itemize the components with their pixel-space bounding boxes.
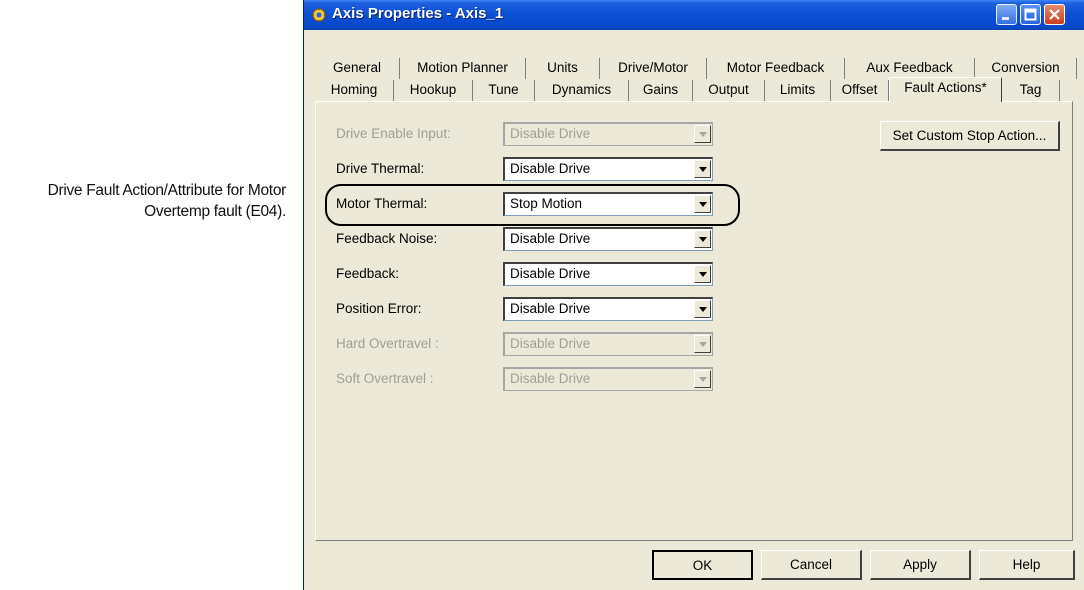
combo-value: Disable Drive	[510, 161, 591, 176]
tab-tune[interactable]: Tune	[473, 80, 535, 101]
tab-aux-feedback[interactable]: Aux Feedback	[845, 58, 975, 79]
tab-limits[interactable]: Limits	[765, 80, 831, 101]
fault-label: Soft Overtravel :	[336, 371, 434, 386]
feedback-select[interactable]: Disable Drive	[503, 262, 713, 286]
chevron-down-icon	[694, 125, 711, 143]
tab-motor-feedback[interactable]: Motor Feedback	[707, 58, 845, 79]
callout-line-1: Drive Fault Action/Attribute for Motor	[47, 182, 287, 199]
chevron-down-icon	[694, 370, 711, 388]
fault-label: Feedback Noise:	[336, 231, 438, 246]
tab-conversion[interactable]: Conversion	[975, 58, 1077, 79]
axis-properties-dialog: Axis Properties - Axis_1 General Motion …	[303, 0, 1084, 590]
tab-gains[interactable]: Gains	[629, 80, 693, 101]
fault-label: Drive Thermal:	[336, 161, 425, 176]
tab-units[interactable]: Units	[526, 58, 600, 79]
feedback-noise-select[interactable]: Disable Drive	[503, 227, 713, 251]
soft-overtravel-select: Disable Drive	[503, 367, 713, 391]
drive-thermal-select[interactable]: Disable Drive	[503, 157, 713, 181]
tab-offset[interactable]: Offset	[831, 80, 889, 101]
minimize-button[interactable]	[996, 4, 1017, 25]
callout-line-2: Overtemp fault (E04).	[144, 203, 286, 220]
annotation-callout: Drive Fault Action/Attribute for Motor O…	[0, 180, 287, 222]
chevron-down-icon[interactable]	[694, 265, 711, 283]
close-button[interactable]	[1044, 4, 1065, 25]
motor-thermal-highlight-ring	[325, 184, 740, 226]
window-title: Axis Properties - Axis_1	[332, 5, 504, 22]
tab-general[interactable]: General	[315, 58, 400, 79]
title-bar[interactable]: Axis Properties - Axis_1	[304, 0, 1084, 30]
tab-output[interactable]: Output	[693, 80, 765, 101]
combo-value: Disable Drive	[510, 371, 591, 386]
tab-fault-actions[interactable]: Fault Actions*	[889, 77, 1002, 102]
tab-drive-motor[interactable]: Drive/Motor	[600, 58, 707, 79]
combo-value: Disable Drive	[510, 126, 591, 141]
combo-value: Disable Drive	[510, 301, 591, 316]
chevron-down-icon[interactable]	[694, 230, 711, 248]
tab-tag[interactable]: Tag	[1002, 80, 1060, 101]
fault-label: Drive Enable Input:	[336, 126, 451, 141]
fault-label: Position Error:	[336, 301, 422, 316]
drive-enable-input-select: Disable Drive	[503, 122, 713, 146]
fault-actions-panel: Set Custom Stop Action... Drive Enable I…	[315, 101, 1073, 541]
ok-button[interactable]: OK	[652, 550, 753, 580]
fault-label: Feedback:	[336, 266, 400, 281]
chevron-down-icon	[694, 335, 711, 353]
chevron-down-icon[interactable]	[694, 300, 711, 318]
axis-properties-icon	[310, 6, 328, 24]
hard-overtravel-select: Disable Drive	[503, 332, 713, 356]
combo-value: Disable Drive	[510, 266, 591, 281]
fault-label: Hard Overtravel :	[336, 336, 439, 351]
tab-motion-planner[interactable]: Motion Planner	[400, 58, 526, 79]
cancel-button[interactable]: Cancel	[761, 550, 862, 580]
combo-value: Disable Drive	[510, 336, 591, 351]
chevron-down-icon[interactable]	[694, 160, 711, 178]
help-button[interactable]: Help	[979, 550, 1075, 580]
maximize-button[interactable]	[1020, 4, 1041, 25]
tab-homing[interactable]: Homing	[315, 80, 394, 101]
apply-button[interactable]: Apply	[870, 550, 971, 580]
tab-hookup[interactable]: Hookup	[394, 80, 473, 101]
tab-dynamics[interactable]: Dynamics	[535, 80, 629, 101]
combo-value: Disable Drive	[510, 231, 591, 246]
set-custom-stop-action-button[interactable]: Set Custom Stop Action...	[880, 121, 1060, 151]
position-error-select[interactable]: Disable Drive	[503, 297, 713, 321]
